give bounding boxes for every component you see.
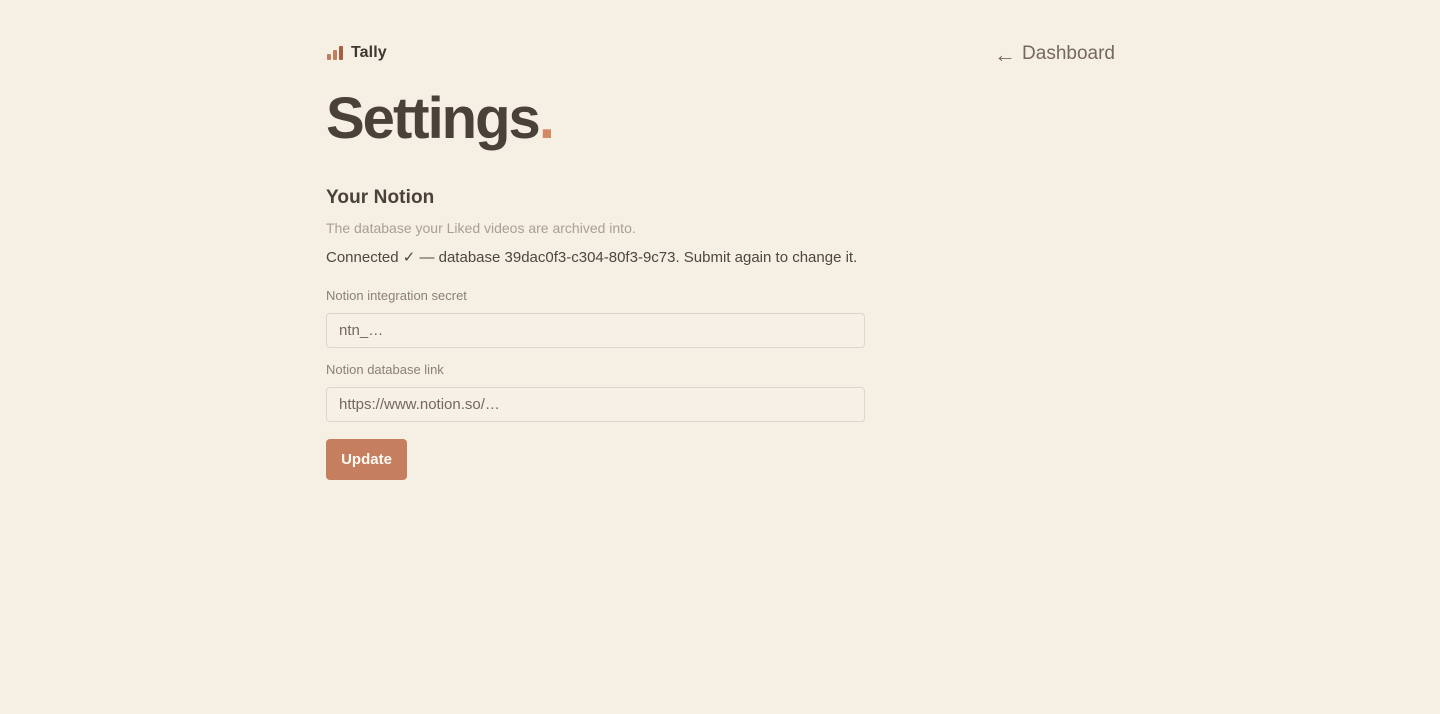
- page-title: Settings.: [326, 84, 555, 154]
- update-button[interactable]: Update: [326, 439, 407, 480]
- top-navigation: Tally ← Dashboard: [326, 40, 1115, 70]
- page-title-dot: .: [538, 86, 555, 151]
- dashboard-link-label: Dashboard: [1022, 43, 1115, 64]
- bar-chart-icon-bar: [333, 50, 337, 60]
- settings-page: Tally ← Dashboard Settings. Your Notion …: [326, 0, 1115, 714]
- bar-chart-icon-bar: [339, 46, 343, 60]
- notion-section-title: Your Notion: [326, 187, 435, 208]
- notion-database-link-label: Notion database link: [326, 362, 444, 377]
- page-title-text: Settings: [326, 86, 541, 151]
- dashboard-link[interactable]: ← Dashboard: [994, 42, 1115, 66]
- bar-chart-icon-bar: [327, 54, 331, 60]
- notion-secret-input[interactable]: [326, 313, 865, 348]
- notion-secret-label: Notion integration secret: [326, 288, 467, 303]
- left-arrow-icon: ←: [994, 42, 1017, 67]
- bar-chart-icon: [326, 46, 343, 60]
- brand-link[interactable]: Tally: [326, 44, 387, 62]
- brand-name: Tally: [351, 44, 387, 61]
- connection-status: Connected ✓ — database 39dac0f3-c304-80f…: [326, 249, 858, 266]
- notion-section-description: The database your Liked videos are archi…: [326, 220, 636, 236]
- notion-database-link-input[interactable]: [326, 387, 865, 422]
